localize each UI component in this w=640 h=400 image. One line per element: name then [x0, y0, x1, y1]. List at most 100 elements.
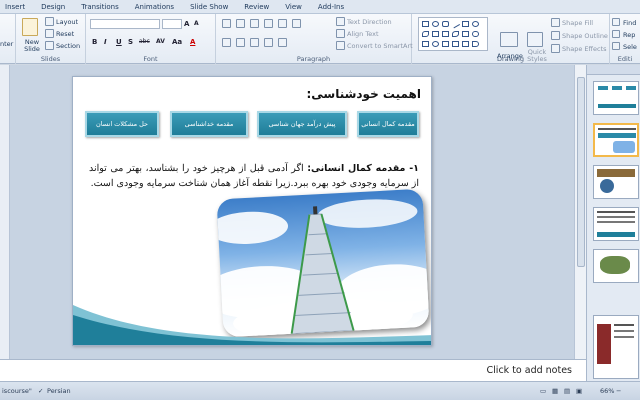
zoom-level[interactable]: 66%: [600, 387, 614, 395]
status-theme-name[interactable]: iscourse": [2, 387, 32, 395]
bullets-icon[interactable]: [222, 19, 231, 28]
rtl-icon[interactable]: [292, 19, 301, 28]
notes-placeholder[interactable]: Click to add notes: [487, 365, 572, 376]
new-slide-button[interactable]: New Slide: [20, 39, 44, 53]
shape-arrow-down-icon[interactable]: [442, 31, 449, 37]
justify-icon[interactable]: [264, 38, 273, 47]
shrink-font-button[interactable]: A: [194, 20, 199, 27]
slide-thumbnail-4[interactable]: [593, 207, 639, 241]
select-button[interactable]: Sele: [623, 43, 637, 51]
tab-add-ins[interactable]: Add-Ins: [313, 3, 355, 11]
quick-styles-button[interactable]: Quick Styles: [525, 49, 549, 63]
slide-thumbnails-pane[interactable]: [586, 65, 640, 381]
new-slide-icon[interactable]: [22, 18, 38, 36]
canvas-vertical-scrollbar[interactable]: [574, 65, 586, 359]
shape-bracket-icon[interactable]: [452, 41, 459, 47]
slide-thumbnail-5[interactable]: [593, 249, 639, 283]
shape-more-icon[interactable]: [472, 41, 479, 47]
shadow-button[interactable]: S: [128, 38, 133, 46]
shape-snip-icon[interactable]: [422, 31, 429, 37]
shapes-gallery[interactable]: [418, 17, 488, 51]
tab-animations[interactable]: Animations: [130, 3, 185, 11]
change-case-button[interactable]: Aa: [172, 38, 182, 46]
slide-thumbnail-1[interactable]: [593, 81, 639, 115]
slide[interactable]: اهمیت خودشناسی: مقدمه کمال انسانی پیش در…: [72, 76, 432, 346]
slide-thumbnail-6[interactable]: [593, 315, 639, 379]
shape-triangle-icon[interactable]: [422, 41, 429, 47]
align-text-button[interactable]: Align Text: [347, 30, 379, 38]
shape-curly-icon[interactable]: [462, 41, 469, 47]
shape-arrow-right-icon[interactable]: [432, 31, 439, 37]
numbering-icon[interactable]: [236, 19, 245, 28]
align-right-icon[interactable]: [250, 38, 259, 47]
arrange-button[interactable]: Arrange: [497, 52, 523, 60]
decrease-indent-icon[interactable]: [250, 19, 259, 28]
bold-button[interactable]: B: [92, 38, 97, 46]
reading-view-icon[interactable]: ▤: [564, 387, 570, 395]
tab-design[interactable]: Design: [36, 3, 76, 11]
slides-group: New Slide Layout Reset Section Slides: [16, 14, 86, 64]
layout-icon: [45, 17, 54, 26]
char-spacing-button[interactable]: AV: [156, 38, 165, 45]
section-button[interactable]: Section: [56, 42, 80, 50]
font-size-field[interactable]: [162, 19, 182, 29]
slideshow-icon[interactable]: ▣: [576, 387, 582, 395]
shape-outline-button[interactable]: Shape Outline: [562, 32, 608, 40]
topic-box-theology[interactable]: مقدمه خداشناسی: [170, 111, 248, 137]
status-language[interactable]: Persian: [47, 387, 71, 395]
shape-rectangle-icon[interactable]: [422, 21, 429, 27]
scrollbar-thumb[interactable]: [577, 77, 585, 267]
shape-oval-icon[interactable]: [432, 21, 439, 27]
underline-button[interactable]: U: [116, 38, 122, 46]
topic-box-human-problems[interactable]: حل مشکلات انسان: [85, 111, 159, 137]
shape-hexagon-icon[interactable]: [442, 41, 449, 47]
shape-star-icon[interactable]: [462, 31, 469, 37]
notes-pane[interactable]: Click to add notes: [0, 359, 586, 381]
shape-textbox-icon[interactable]: [462, 21, 469, 27]
reset-button[interactable]: Reset: [56, 30, 74, 38]
italic-button[interactable]: I: [104, 38, 107, 46]
shape-fill-button[interactable]: Shape Fill: [562, 19, 593, 27]
slide-title[interactable]: اهمیت خودشناسی:: [306, 87, 421, 101]
font-color-button[interactable]: A: [190, 38, 195, 46]
clipboard-partial-label[interactable]: nter: [0, 40, 13, 48]
strikethrough-button[interactable]: abc: [139, 38, 150, 45]
shape-line-icon[interactable]: [450, 19, 461, 29]
line-spacing-icon[interactable]: [278, 19, 287, 28]
slide-accent-wave: [73, 305, 431, 345]
slide-thumbnail-3[interactable]: [593, 165, 639, 199]
tab-insert[interactable]: Insert: [0, 3, 36, 11]
text-direction-button[interactable]: Text Direction: [347, 18, 392, 26]
increase-indent-icon[interactable]: [264, 19, 273, 28]
shape-rounded-rect-icon[interactable]: [442, 21, 449, 27]
find-button[interactable]: Find: [623, 19, 636, 27]
slide-sorter-icon[interactable]: ▦: [552, 387, 558, 395]
shape-callout-icon[interactable]: [452, 31, 459, 37]
tab-slide-show[interactable]: Slide Show: [185, 3, 239, 11]
layout-button[interactable]: Layout: [56, 18, 78, 26]
tab-transitions[interactable]: Transitions: [76, 3, 130, 11]
topic-box-cosmology[interactable]: پیش درآمد جهان شناسی: [257, 111, 347, 137]
zoom-out-icon[interactable]: −: [616, 387, 621, 395]
grow-font-button[interactable]: A: [184, 20, 189, 28]
font-name-field[interactable]: [90, 19, 160, 29]
shape-effects-button[interactable]: Shape Effects: [562, 45, 607, 53]
tab-view[interactable]: View: [280, 3, 313, 11]
slide-body-text[interactable]: ۱- مقدمه کمال انسانی: اگر آدمی قبل از هر…: [89, 161, 419, 191]
left-pane-strip[interactable]: [0, 65, 10, 365]
align-center-icon[interactable]: [236, 38, 245, 47]
tab-review[interactable]: Review: [239, 3, 280, 11]
convert-smartart-button[interactable]: Convert to SmartArt: [347, 42, 413, 50]
topic-box-human-perfection[interactable]: مقدمه کمال انسانی: [357, 111, 419, 137]
shape-heart-icon[interactable]: [432, 41, 439, 47]
shape-circle-icon[interactable]: [472, 21, 479, 27]
normal-view-icon[interactable]: ▭: [540, 387, 546, 395]
font-group-label: Font: [143, 55, 158, 63]
slide-thumbnail-2-selected[interactable]: [593, 123, 639, 157]
select-icon: [612, 42, 620, 50]
shape-brace-icon[interactable]: [472, 31, 479, 37]
align-left-icon[interactable]: [222, 38, 231, 47]
columns-icon[interactable]: [278, 38, 287, 47]
ribbon: nter New Slide Layout Reset Section Slid…: [0, 14, 640, 64]
replace-button[interactable]: Rep: [623, 31, 635, 39]
